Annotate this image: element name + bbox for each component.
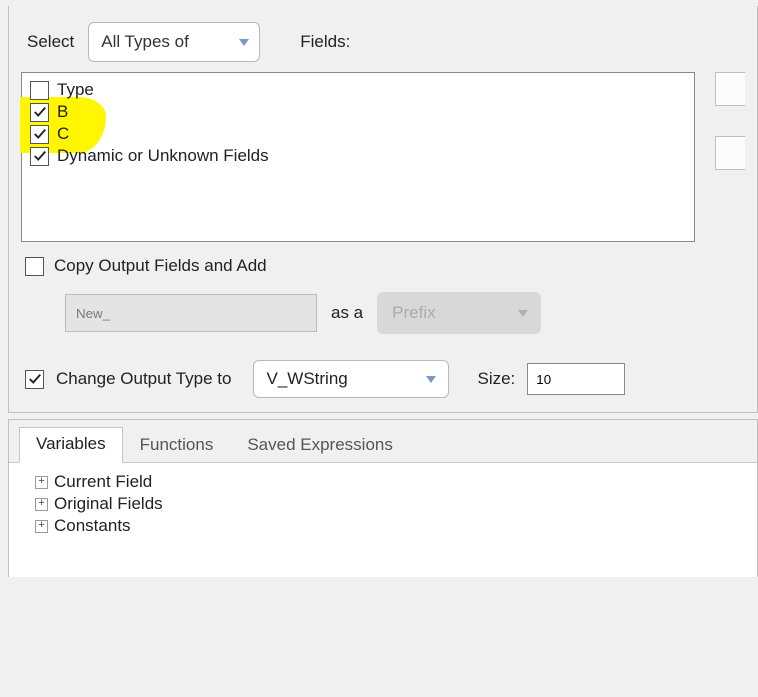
select-all-button[interactable] [715,72,745,106]
fields-area: Type B C Dynamic or Unknown Fields [21,72,745,242]
deselect-all-button[interactable] [715,136,745,170]
tree-node-label: Current Field [54,472,152,492]
new-field-prefix-input [65,294,317,332]
chevron-down-icon [239,39,249,46]
chevron-down-icon [426,376,436,383]
tree-node[interactable]: + Constants [35,515,749,537]
config-panel: Select All Types of Fields: Type B [8,6,758,413]
tab-saved-expressions[interactable]: Saved Expressions [230,428,410,463]
field-item[interactable]: Type [30,79,686,101]
size-label: Size: [477,369,515,389]
expand-icon[interactable]: + [35,476,48,489]
tab-bar: Variables Functions Saved Expressions [9,420,757,463]
tab-label: Variables [36,434,106,453]
field-checkbox[interactable] [30,81,49,100]
expand-icon[interactable]: + [35,520,48,533]
output-type-dropdown[interactable]: V_WString [253,360,449,398]
tab-variables[interactable]: Variables [19,427,123,463]
variables-tree[interactable]: + Current Field + Original Fields + Cons… [9,463,757,577]
field-item[interactable]: C [30,123,686,145]
copy-prefix-row: as a Prefix [21,292,745,334]
copy-output-label: Copy Output Fields and Add [54,256,267,276]
tab-functions[interactable]: Functions [123,428,231,463]
field-type-dropdown[interactable]: All Types of [88,22,260,62]
field-label: C [57,124,69,144]
as-a-label: as a [331,303,363,323]
tree-node-label: Original Fields [54,494,163,514]
change-type-row: Change Output Type to V_WString Size: [21,360,745,398]
tab-label: Saved Expressions [247,435,393,454]
copy-output-row: Copy Output Fields and Add [21,256,745,276]
prefix-suffix-dropdown: Prefix [377,292,541,334]
field-checkbox[interactable] [30,103,49,122]
side-buttons [715,72,745,170]
copy-output-checkbox[interactable] [25,257,44,276]
fields-label: Fields: [300,32,350,52]
field-label: Type [57,80,94,100]
tree-node[interactable]: + Current Field [35,471,749,493]
expand-icon[interactable]: + [35,498,48,511]
change-type-label: Change Output Type to [56,369,231,389]
change-type-checkbox[interactable] [25,370,44,389]
select-row: Select All Types of Fields: [21,16,745,72]
field-label: B [57,102,68,122]
tab-label: Functions [140,435,214,454]
expression-panel: Variables Functions Saved Expressions + … [8,419,758,577]
field-checkbox[interactable] [30,125,49,144]
size-input[interactable] [527,363,625,395]
chevron-down-icon [518,310,528,317]
tree-node-label: Constants [54,516,131,536]
fields-listbox[interactable]: Type B C Dynamic or Unknown Fields [21,72,695,242]
output-type-text: V_WString [266,369,347,389]
field-item[interactable]: Dynamic or Unknown Fields [30,145,686,167]
tree-node[interactable]: + Original Fields [35,493,749,515]
field-item[interactable]: B [30,101,686,123]
field-checkbox[interactable] [30,147,49,166]
prefix-dropdown-text: Prefix [392,303,435,323]
select-label: Select [27,32,74,52]
field-label: Dynamic or Unknown Fields [57,146,269,166]
dropdown-text: All Types of [101,32,189,52]
